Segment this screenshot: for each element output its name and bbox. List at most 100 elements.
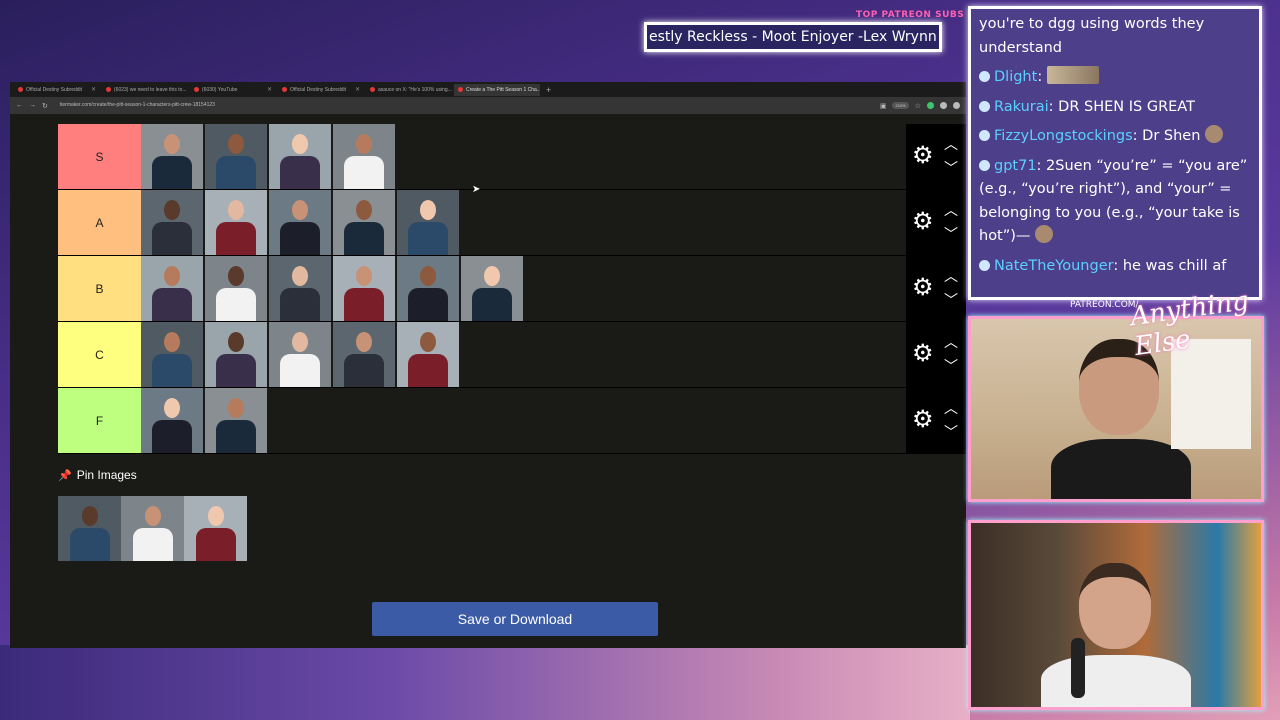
extension-icon[interactable]	[940, 102, 947, 109]
screenshot-icon[interactable]: ▣	[880, 102, 887, 110]
tier-items[interactable]	[141, 124, 906, 189]
chevron-down-icon[interactable]: ﹀	[944, 158, 958, 178]
chevron-down-icon[interactable]: ﹀	[944, 224, 958, 244]
character-image[interactable]	[333, 322, 395, 387]
browser-tab[interactable]: (6023) we need to leave this to...✕	[102, 84, 188, 96]
character-image[interactable]	[461, 256, 523, 321]
character-image[interactable]	[141, 388, 203, 453]
pinned-image[interactable]	[184, 496, 247, 561]
tier-control-row: ⚙ ︿ ﹀	[906, 124, 966, 190]
tab-label: Official Destiny Subreddit	[26, 86, 83, 93]
gear-icon[interactable]: ⚙	[912, 342, 934, 366]
chat-username[interactable]: Rakurai	[994, 99, 1049, 115]
browser-tab[interactable]: Create a The Pitt Season 1 Cha...✕	[454, 83, 540, 96]
chevron-down-icon[interactable]: ﹀	[944, 356, 958, 376]
character-image[interactable]	[269, 256, 331, 321]
pinned-image[interactable]	[58, 496, 121, 561]
chat-username[interactable]: Dlight	[994, 69, 1037, 85]
tab-label: (6023) we need to leave this to...	[114, 86, 187, 93]
character-image[interactable]	[333, 124, 395, 189]
character-image[interactable]	[333, 256, 395, 321]
chat-username[interactable]: NateTheYounger	[994, 258, 1113, 274]
character-image[interactable]	[397, 190, 459, 255]
gear-icon[interactable]: ⚙	[912, 144, 934, 168]
puzzle-icon[interactable]	[953, 102, 960, 109]
tier-items[interactable]	[141, 388, 906, 453]
chat-badge-icon	[979, 100, 990, 112]
pin-images-row	[58, 496, 247, 561]
chevron-down-icon[interactable]: ﹀	[944, 290, 958, 310]
browser-tab[interactable]: (6030) YouTube ✕	[190, 84, 276, 96]
zoom-badge[interactable]: 210%	[892, 102, 909, 109]
gear-icon[interactable]: ⚙	[912, 408, 934, 432]
guest-figure	[1041, 563, 1191, 707]
chevron-up-icon[interactable]: ︿	[944, 134, 958, 154]
tab-bar: Official Destiny Subreddit ✕ (6023) we nee…	[10, 82, 966, 97]
character-image[interactable]	[205, 256, 267, 321]
tier-list: SABCF	[58, 124, 906, 454]
tab-label: Official Destiny Subreddit	[290, 86, 347, 93]
gear-icon[interactable]: ⚙	[912, 276, 934, 300]
tier-controls: ⚙ ︿ ﹀ ⚙ ︿ ﹀ ⚙ ︿ ﹀ ⚙ ︿ ﹀ ⚙ ︿ ﹀	[906, 124, 966, 454]
browser-tab[interactable]: Official Destiny Subreddit ✕	[14, 84, 100, 96]
tier-items[interactable]	[141, 256, 906, 321]
chat-username[interactable]: FizzyLongstockings	[994, 128, 1133, 144]
tab-close-icon[interactable]: ✕	[91, 86, 96, 93]
tier-label[interactable]: F	[58, 388, 141, 453]
url-field[interactable]: tiermaker.com/create/the-pitt-season-1-c…	[54, 100, 874, 111]
tab-close-icon[interactable]: ✕	[267, 86, 272, 93]
forward-icon[interactable]: →	[29, 102, 36, 109]
character-image[interactable]	[269, 322, 331, 387]
chat-message: gpt71: 2Suen “you’re” = “you are” (e.g.,…	[979, 157, 1248, 244]
chat-badge-icon	[979, 130, 990, 141]
tier-items[interactable]	[141, 322, 906, 387]
tier-label[interactable]: B	[58, 256, 141, 321]
tier-control-row: ⚙ ︿ ﹀	[906, 190, 966, 256]
character-image[interactable]	[205, 388, 267, 453]
tab-favicon-icon	[106, 87, 111, 92]
tab-label: (6030) YouTube	[202, 86, 238, 93]
tab-favicon-icon	[18, 87, 23, 92]
chat-username[interactable]: gpt71	[994, 158, 1037, 174]
chevron-down-icon[interactable]: ﹀	[944, 422, 958, 442]
character-image[interactable]	[141, 190, 203, 255]
chat-message: you're to dgg using words they understan…	[979, 13, 1251, 60]
chat-text: he was chill af	[1122, 257, 1227, 274]
character-image[interactable]	[141, 256, 203, 321]
tier-label[interactable]: C	[58, 322, 141, 387]
character-image[interactable]	[397, 256, 459, 321]
tier-row: A	[58, 190, 906, 256]
address-bar: ← → ↻ tiermaker.com/create/the-pitt-seas…	[10, 97, 966, 114]
chevron-up-icon[interactable]: ︿	[944, 332, 958, 352]
tab-favicon-icon	[370, 87, 375, 92]
tier-label[interactable]: S	[58, 124, 141, 189]
reload-icon[interactable]: ↻	[42, 102, 48, 110]
chat-message: FizzyLongstockings: Dr Shen	[979, 125, 1251, 149]
tab-close-icon[interactable]: ✕	[355, 86, 360, 93]
character-image[interactable]	[205, 190, 267, 255]
chevron-up-icon[interactable]: ︿	[944, 200, 958, 220]
tier-items[interactable]	[141, 190, 906, 255]
character-image[interactable]	[333, 190, 395, 255]
gear-icon[interactable]: ⚙	[912, 210, 934, 234]
pinned-image[interactable]	[121, 496, 184, 561]
character-image[interactable]	[269, 190, 331, 255]
stream-background	[0, 645, 970, 720]
tier-label[interactable]: A	[58, 190, 141, 255]
character-image[interactable]	[141, 322, 203, 387]
character-image[interactable]	[141, 124, 203, 189]
mouse-cursor-icon: ➤	[472, 184, 481, 195]
character-image[interactable]	[269, 124, 331, 189]
chevron-up-icon[interactable]: ︿	[944, 398, 958, 418]
chevron-up-icon[interactable]: ︿	[944, 266, 958, 286]
bookmark-star-icon[interactable]: ☆	[915, 102, 921, 110]
save-or-download-button[interactable]: Save or Download	[372, 602, 658, 636]
browser-tab[interactable]: Official Destiny Subreddit ✕	[278, 84, 364, 96]
character-image[interactable]	[397, 322, 459, 387]
back-icon[interactable]: ←	[16, 102, 23, 109]
character-image[interactable]	[205, 322, 267, 387]
download-icon[interactable]	[927, 102, 934, 109]
new-tab-icon[interactable]: +	[542, 85, 551, 95]
character-image[interactable]	[205, 124, 267, 189]
browser-tab[interactable]: asauce on X: "He's 100% using...✕	[366, 84, 452, 96]
